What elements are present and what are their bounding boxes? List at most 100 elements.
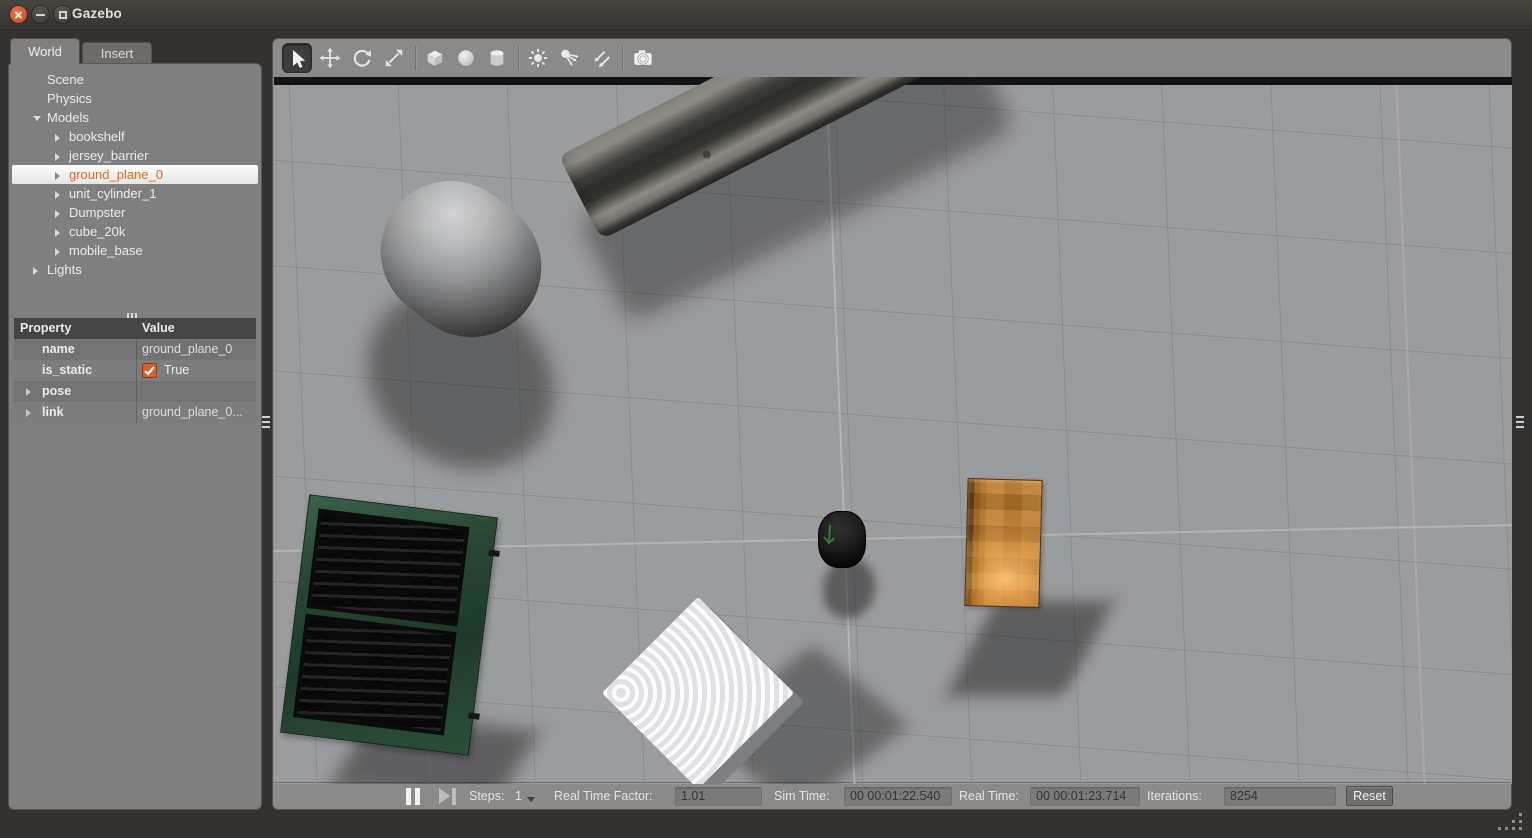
- add-box-button[interactable]: [420, 43, 450, 73]
- camera-icon: [632, 47, 654, 69]
- reset-button[interactable]: Reset: [1346, 786, 1393, 806]
- tree-item-cube-20k[interactable]: cube_20k: [9, 222, 261, 241]
- property-row-link[interactable]: link ground_plane_0...: [14, 402, 256, 423]
- tab-world[interactable]: World: [10, 38, 80, 64]
- minimize-button[interactable]: [31, 5, 50, 24]
- property-table-header: Property Value: [14, 318, 256, 339]
- translate-tool-button[interactable]: [315, 43, 345, 73]
- chevron-right-icon[interactable]: [55, 191, 60, 199]
- directional-light-icon: [590, 47, 612, 69]
- chevron-right-icon[interactable]: [55, 153, 60, 161]
- property-header: Property: [20, 318, 71, 339]
- directional-light-button[interactable]: [586, 43, 616, 73]
- point-light-button[interactable]: [523, 43, 553, 73]
- chevron-right-icon[interactable]: [26, 388, 31, 396]
- tree-item-physics[interactable]: Physics: [9, 89, 261, 108]
- rtf-label: Real Time Factor:: [554, 789, 653, 803]
- steps-value[interactable]: 1: [515, 789, 522, 803]
- close-button[interactable]: [9, 5, 28, 24]
- box-icon: [424, 47, 446, 69]
- tree-item-lights[interactable]: Lights: [9, 260, 261, 279]
- panel-splitter[interactable]: [9, 310, 261, 318]
- rotate-tool-button[interactable]: [347, 43, 377, 73]
- is-static-value: True: [164, 360, 189, 381]
- select-tool-button[interactable]: [282, 43, 312, 73]
- world-panel: Scene Physics Models bookshelf jersey_ba…: [8, 63, 262, 810]
- value-header: Value: [142, 318, 175, 339]
- left-splitter-handle[interactable]: [261, 416, 271, 428]
- select-arrow-icon: [287, 48, 309, 70]
- chevron-right-icon[interactable]: [55, 229, 60, 237]
- dumpster-foot: [468, 712, 480, 719]
- dumpster-lid: [306, 509, 469, 627]
- name-value: ground_plane_0: [142, 339, 232, 360]
- viewport-3d[interactable]: [274, 77, 1512, 784]
- scene-model-bookshelf[interactable]: [964, 478, 1042, 608]
- title-bar[interactable]: Gazebo: [0, 0, 1532, 30]
- scale-tool-button[interactable]: [379, 43, 409, 73]
- chevron-right-icon[interactable]: [55, 210, 60, 218]
- step-icon: [439, 788, 450, 804]
- property-row-pose[interactable]: pose: [14, 381, 256, 402]
- link-value: ground_plane_0...: [142, 402, 243, 423]
- window-title: Gazebo: [72, 6, 122, 21]
- steps-label: Steps:: [469, 789, 504, 803]
- robot-arrow-marking: [822, 524, 838, 550]
- right-splitter-handle[interactable]: [1515, 416, 1525, 428]
- table-column-divider: [136, 337, 137, 423]
- chevron-right-icon[interactable]: [55, 172, 60, 180]
- step-button[interactable]: [439, 788, 461, 805]
- scene-model-mobile-base[interactable]: [818, 511, 866, 568]
- sphere-icon: [455, 47, 477, 69]
- property-row-name[interactable]: name ground_plane_0: [14, 339, 256, 360]
- rotate-icon: [351, 47, 373, 69]
- scene-tree: Scene Physics Models bookshelf jersey_ba…: [9, 70, 261, 279]
- minimize-icon: [36, 14, 45, 16]
- move-icon: [319, 47, 341, 69]
- property-row-is-static[interactable]: is_static True: [14, 360, 256, 381]
- rtf-field: 1.01: [675, 787, 762, 806]
- tree-item-models[interactable]: Models: [9, 108, 261, 127]
- toolbar-separator: [622, 46, 623, 70]
- window-resize-grip[interactable]: [1497, 811, 1525, 835]
- tree-item-ground-plane-0[interactable]: ground_plane_0: [12, 165, 258, 184]
- scene-model-dumpster[interactable]: [280, 494, 498, 755]
- tree-item-mobile-base[interactable]: mobile_base: [9, 241, 261, 260]
- steps-dropdown-icon[interactable]: [527, 797, 535, 802]
- spot-light-button[interactable]: [554, 43, 584, 73]
- toolbar-separator: [415, 46, 416, 70]
- iterations-field: 8254: [1224, 787, 1336, 806]
- sim-time-label: Sim Time:: [774, 789, 830, 803]
- tree-item-dumpster[interactable]: Dumpster: [9, 203, 261, 222]
- maximize-icon: [59, 11, 67, 19]
- simulation-statusbar: Steps: 1 Real Time Factor: 1.01 Sim Time…: [273, 782, 1511, 809]
- property-table: Property Value name ground_plane_0 is_st…: [14, 318, 256, 423]
- tree-item-scene[interactable]: Scene: [9, 70, 261, 89]
- chevron-right-icon[interactable]: [55, 248, 60, 256]
- is-static-checkbox[interactable]: [142, 363, 157, 378]
- add-cylinder-button[interactable]: [482, 43, 512, 73]
- dumpster-foot: [488, 550, 500, 557]
- tree-item-unit-cylinder-1[interactable]: unit_cylinder_1: [9, 184, 261, 203]
- iterations-label: Iterations:: [1147, 789, 1202, 803]
- real-time-label: Real Time:: [959, 789, 1019, 803]
- spot-light-icon: [558, 47, 580, 69]
- cylinder-icon: [486, 47, 508, 69]
- pause-button[interactable]: [406, 788, 428, 805]
- chevron-right-icon[interactable]: [26, 409, 31, 417]
- toolbar-separator: [518, 46, 519, 70]
- pause-icon: [406, 788, 411, 805]
- add-sphere-button[interactable]: [451, 43, 481, 73]
- screenshot-button[interactable]: [628, 43, 658, 73]
- tree-item-bookshelf[interactable]: bookshelf: [9, 127, 261, 146]
- maximize-button[interactable]: [53, 5, 72, 24]
- render-toolbar: [273, 39, 1511, 77]
- tree-item-jersey-barrier[interactable]: jersey_barrier: [9, 146, 261, 165]
- chevron-right-icon[interactable]: [55, 134, 60, 142]
- tab-insert[interactable]: Insert: [82, 42, 152, 64]
- sim-time-field: 00 00:01:22.540: [844, 787, 952, 806]
- chevron-right-icon[interactable]: [33, 267, 38, 275]
- scale-icon: [383, 47, 405, 69]
- chevron-down-icon[interactable]: [33, 116, 41, 121]
- sun-icon: [527, 47, 549, 69]
